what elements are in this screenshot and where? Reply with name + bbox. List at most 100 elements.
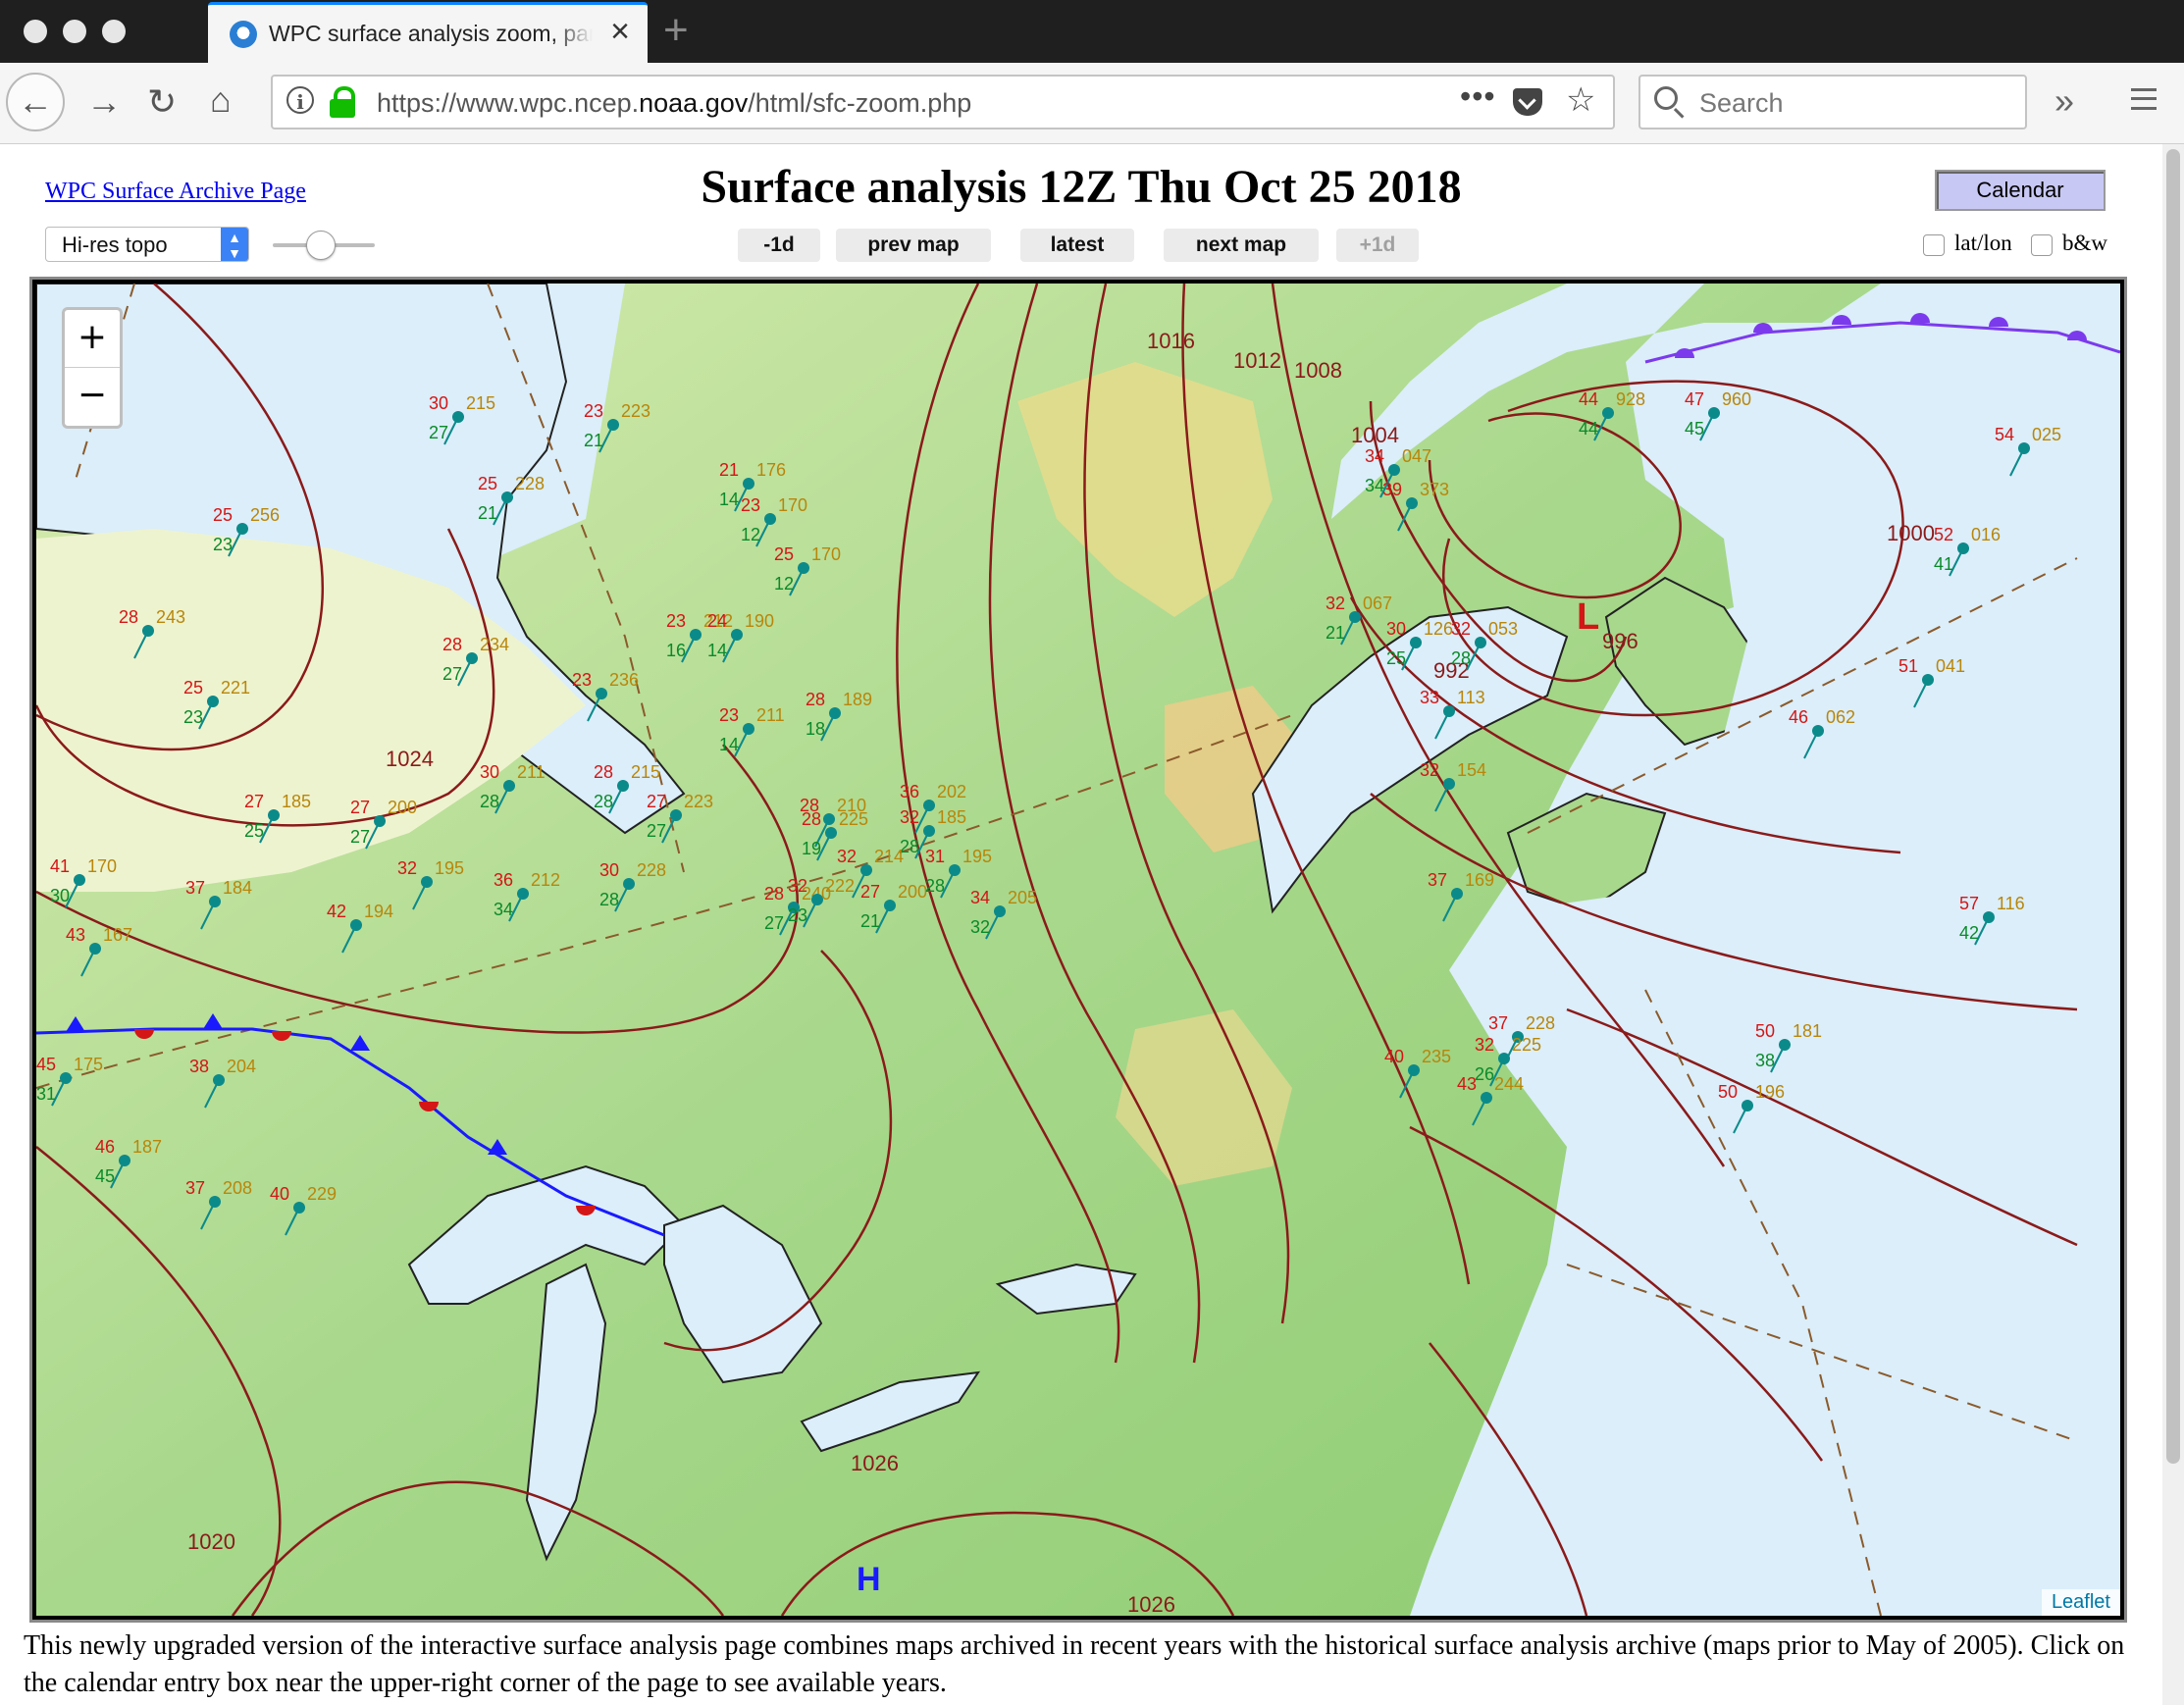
- surface-analysis-map[interactable]: L 996 H 1016 1012 1008 1004 1000 992 102…: [32, 280, 2124, 1620]
- map-type-select[interactable]: Hi-res topo ▲ ▼: [45, 227, 249, 262]
- station-dewpoint: 25: [244, 821, 264, 841]
- map-type-selected: Hi-res topo: [62, 232, 168, 257]
- isobar-label: 1016: [1147, 329, 1195, 353]
- station-temp: 25: [183, 678, 203, 698]
- station-temp: 41: [50, 856, 70, 876]
- scrollbar-thumb[interactable]: [2166, 149, 2180, 1464]
- new-tab-icon[interactable]: +: [663, 6, 689, 55]
- station-pressure: 236: [609, 670, 639, 690]
- station-pressure: 215: [631, 762, 660, 782]
- forward-arrow-icon[interactable]: →: [86, 82, 122, 122]
- station-pressure: 176: [756, 460, 786, 480]
- station-temp: 34: [970, 888, 990, 907]
- station-dewpoint: 30: [50, 886, 70, 905]
- search-bar[interactable]: Search: [1638, 75, 2027, 129]
- station-pressure: 175: [74, 1055, 103, 1074]
- url-text[interactable]: https://www.wpc.ncep.noaa.gov/html/sfc-z…: [377, 88, 971, 119]
- station-pressure: 116: [1997, 894, 2025, 913]
- hamburger-menu-icon[interactable]: [2131, 88, 2157, 110]
- station-pressure: 016: [1971, 525, 2001, 544]
- station-dewpoint: 19: [802, 839, 821, 858]
- station-temp: 21: [719, 460, 739, 480]
- station-dewpoint: 31: [36, 1084, 56, 1104]
- station-pressure: 169: [1465, 870, 1494, 890]
- station-temp: 46: [95, 1137, 115, 1157]
- url-bar[interactable]: i https://www.wpc.ncep.noaa.gov/html/sfc…: [271, 75, 1615, 129]
- station-dewpoint: 12: [741, 525, 760, 544]
- station-temp: 27: [244, 792, 264, 811]
- page-actions-icon[interactable]: •••: [1460, 78, 1496, 115]
- minus-1d-button[interactable]: -1d: [738, 229, 820, 262]
- station-temp: 28: [594, 762, 613, 782]
- latlon-checkbox[interactable]: [1923, 234, 1945, 256]
- home-icon[interactable]: ⌂: [210, 80, 232, 120]
- zoom-out-button[interactable]: −: [65, 368, 120, 425]
- station-dewpoint: 41: [1934, 554, 1953, 574]
- station-temp: 34: [1365, 446, 1384, 466]
- station-temp: 32: [837, 847, 857, 866]
- station-temp: 40: [1384, 1047, 1404, 1066]
- active-tab[interactable]: WPC surface analysis zoom, pan ×: [208, 2, 648, 63]
- station-pressure: 928: [1616, 389, 1645, 409]
- station-pressure: 243: [156, 607, 185, 627]
- window-close-dot[interactable]: [24, 20, 47, 43]
- low-pressure-symbol: L: [1577, 596, 1599, 638]
- window-zoom-dot[interactable]: [102, 20, 126, 43]
- pocket-icon[interactable]: [1513, 88, 1542, 116]
- reload-icon[interactable]: ↻: [147, 82, 177, 122]
- leaflet-attribution-link[interactable]: Leaflet: [2041, 1589, 2120, 1616]
- station-dewpoint: 28: [1451, 648, 1471, 668]
- search-placeholder: Search: [1699, 88, 1784, 118]
- zoom-in-button[interactable]: +: [65, 310, 120, 368]
- station-temp: 43: [66, 925, 85, 945]
- station-temp: 36: [900, 782, 919, 801]
- station-pressure: 184: [223, 878, 252, 898]
- map-canvas[interactable]: L 996 H 1016 1012 1008 1004 1000 992 102…: [36, 284, 2120, 1616]
- station-pressure: 167: [103, 925, 132, 945]
- station-temp: 28: [764, 884, 784, 904]
- station-dewpoint: 27: [442, 664, 462, 684]
- station-dewpoint: 18: [806, 719, 825, 739]
- plus-1d-button[interactable]: +1d: [1336, 229, 1419, 262]
- opacity-slider-thumb[interactable]: [306, 231, 336, 260]
- station-pressure: 200: [898, 882, 927, 902]
- isobar-label: 1008: [1294, 358, 1342, 383]
- station-dewpoint: 27: [429, 423, 448, 442]
- station-dewpoint: 21: [1326, 623, 1345, 643]
- station-pressure: 229: [307, 1184, 337, 1204]
- station-pressure: 154: [1457, 760, 1486, 780]
- station-pressure: 222: [825, 876, 855, 896]
- station-temp: 33: [1420, 688, 1439, 707]
- isobar-label: 1026: [1127, 1592, 1175, 1616]
- next-map-button[interactable]: next map: [1164, 229, 1319, 262]
- bw-checkbox[interactable]: [2031, 234, 2053, 256]
- info-icon[interactable]: i: [286, 86, 314, 114]
- station-pressure: 025: [2032, 425, 2061, 444]
- station-dewpoint: 27: [350, 827, 370, 847]
- station-pressure: 190: [745, 611, 774, 631]
- prev-map-button[interactable]: prev map: [836, 229, 991, 262]
- station-pressure: 228: [515, 474, 545, 493]
- station-dewpoint: 45: [95, 1166, 115, 1186]
- bookmark-star-icon[interactable]: ☆: [1566, 80, 1595, 120]
- lock-icon: [330, 86, 355, 118]
- back-arrow-icon[interactable]: ←: [18, 82, 53, 122]
- isobar-label: 1020: [187, 1529, 235, 1554]
- overflow-chevrons-icon[interactable]: »: [2054, 80, 2074, 122]
- station-pressure: 244: [1494, 1074, 1524, 1094]
- station-dewpoint: 25: [1386, 648, 1406, 668]
- station-dewpoint: 23: [183, 707, 203, 727]
- latest-button[interactable]: latest: [1020, 229, 1134, 262]
- station-pressure: 211: [756, 705, 785, 725]
- station-temp: 32: [397, 858, 417, 878]
- station-temp: 30: [599, 860, 619, 880]
- station-temp: 30: [1386, 619, 1406, 639]
- station-pressure: 195: [962, 847, 992, 866]
- tab-close-icon[interactable]: ×: [610, 15, 630, 48]
- station-temp: 57: [1959, 894, 1979, 913]
- station-pressure: 228: [1526, 1013, 1555, 1033]
- window-minimize-dot[interactable]: [63, 20, 86, 43]
- station-dewpoint: 21: [584, 431, 603, 450]
- calendar-button[interactable]: Calendar: [1935, 170, 2106, 211]
- station-temp: 40: [270, 1184, 289, 1204]
